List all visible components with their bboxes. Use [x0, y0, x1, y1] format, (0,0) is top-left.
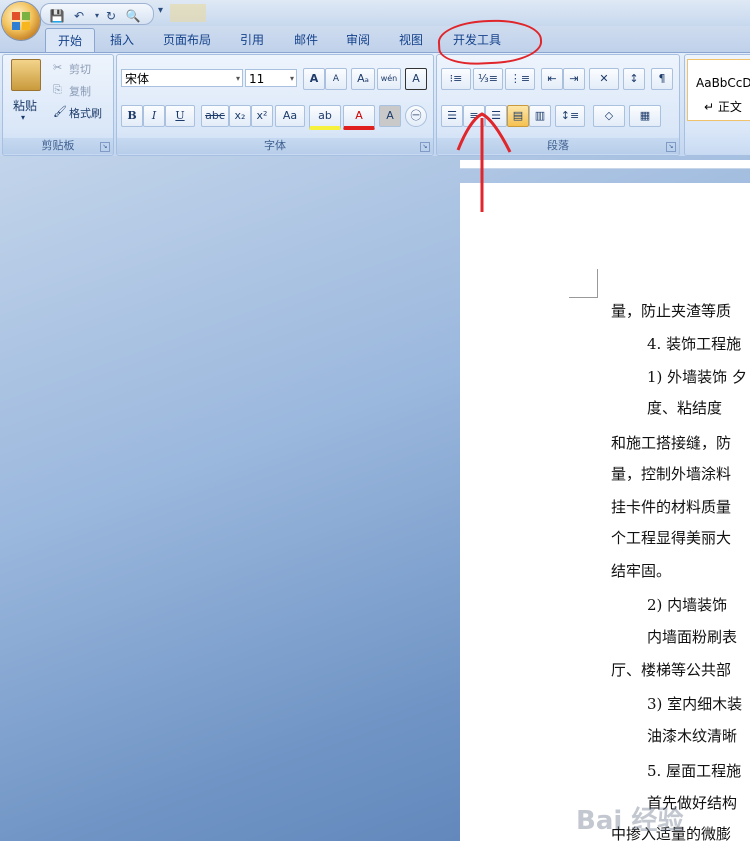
borders-button[interactable]: ▦: [629, 105, 661, 127]
document-line: 内墙面粉刷表: [647, 628, 738, 646]
bullets-button[interactable]: ⁝≡: [441, 68, 471, 90]
phonetic-guide-button[interactable]: wén: [377, 68, 401, 90]
line-spacing-button[interactable]: ↕≡: [555, 105, 585, 127]
margin-corner-mark: [597, 269, 598, 297]
format-painter-label[interactable]: 格式刷: [69, 105, 102, 121]
tab-page-layout[interactable]: 页面布局: [158, 28, 216, 52]
customize-icon[interactable]: ▾: [158, 5, 163, 16]
paste-dropdown-icon[interactable]: ▾: [21, 113, 25, 122]
document-line: 结牢固。: [611, 562, 672, 580]
style-sample-text: AaBbCcD: [696, 76, 750, 90]
shrink-font-button[interactable]: A: [325, 68, 347, 90]
quick-access-toolbar: 💾 ↶ ▾ ↻ 🔍: [40, 3, 154, 25]
document-line: 量，防止夹渣等质: [611, 302, 732, 320]
show-marks-button[interactable]: ¶: [651, 68, 673, 90]
asian-layout-button[interactable]: ✕: [589, 68, 619, 90]
clipboard-group: 粘贴 ▾ ✂ 剪切 ⎘ 复制 🖌 格式刷 剪贴板 ↘: [2, 54, 114, 156]
font-size-value: 11: [249, 72, 265, 86]
distributed-button[interactable]: ▥: [529, 105, 551, 127]
bold-button[interactable]: B: [121, 105, 143, 127]
font-name-select[interactable]: 宋体 ▾: [121, 69, 243, 87]
office-logo-icon: [12, 12, 30, 30]
sort-button[interactable]: ↕: [623, 68, 645, 90]
increase-indent-button[interactable]: ⇥: [563, 68, 585, 90]
tab-review[interactable]: 审阅: [340, 28, 376, 52]
document-line: 油漆木纹清晰: [647, 727, 738, 745]
document-line: 和施工搭接缝，防: [611, 434, 732, 452]
watermark: Bai 经验: [576, 806, 684, 836]
character-shading-button[interactable]: A: [379, 105, 401, 127]
enclose-characters-button[interactable]: ㊀: [405, 105, 427, 127]
undo-icon[interactable]: ↶: [71, 8, 87, 24]
redo-icon[interactable]: ↻: [103, 8, 119, 24]
format-painter-icon: 🖌: [53, 105, 67, 118]
font-group-label: 字体: [117, 138, 433, 154]
paste-label[interactable]: 粘贴: [13, 97, 37, 114]
document-line: 3) 室内细木装: [647, 695, 743, 713]
office-button[interactable]: [2, 2, 40, 40]
superscript-button[interactable]: x²: [251, 105, 273, 127]
clear-format-button[interactable]: Aₐ: [351, 68, 375, 90]
copy-label[interactable]: 复制: [69, 83, 91, 99]
underline-button[interactable]: U: [165, 105, 195, 127]
print-preview-icon[interactable]: 🔍: [125, 8, 141, 24]
paste-icon[interactable]: [11, 59, 41, 91]
title-decoration: [170, 4, 206, 22]
document-line: 个工程显得美丽大: [611, 529, 732, 547]
shading-button[interactable]: ◇: [593, 105, 625, 127]
numbering-button[interactable]: ⅓≡: [473, 68, 503, 90]
document-line: 2) 内墙装饰: [647, 596, 728, 614]
font-launcher-icon[interactable]: ↘: [420, 142, 430, 152]
document-line: 挂卡件的材料质量: [611, 498, 732, 516]
strikethrough-button[interactable]: abc: [201, 105, 229, 127]
margin-corner-mark: [569, 297, 598, 298]
clipboard-launcher-icon[interactable]: ↘: [100, 142, 110, 152]
font-name-value: 宋体: [125, 72, 150, 86]
document-line: 5. 屋面工程施: [647, 762, 742, 780]
clipboard-group-label: 剪贴板: [3, 138, 113, 154]
copy-icon: ⎘: [53, 83, 62, 96]
tab-insert[interactable]: 插入: [104, 28, 140, 52]
subscript-button[interactable]: x₂: [229, 105, 251, 127]
highlight-button[interactable]: ab: [309, 105, 341, 130]
grow-font-button[interactable]: A: [303, 68, 325, 90]
tab-home[interactable]: 开始: [45, 28, 95, 53]
chevron-down-icon: ▾: [289, 74, 294, 83]
document-line: 量，控制外墙涂料: [611, 465, 732, 483]
document-line: 1) 外墙装饰 夕: [647, 368, 747, 386]
font-size-select[interactable]: 11 ▾: [245, 69, 297, 87]
styles-group: AaBbCcD ↵ 正文: [684, 54, 750, 156]
document-line: 厅、楼梯等公共部: [611, 661, 732, 679]
document-line: 4. 装饰工程施: [647, 335, 742, 353]
cut-label[interactable]: 剪切: [69, 61, 91, 77]
decrease-indent-button[interactable]: ⇤: [541, 68, 563, 90]
italic-button[interactable]: I: [143, 105, 165, 127]
style-normal-label: ↵ 正文: [704, 100, 742, 114]
tab-mailings[interactable]: 邮件: [288, 28, 324, 52]
cut-icon: ✂: [53, 61, 63, 74]
tab-references[interactable]: 引用: [234, 28, 270, 52]
tab-view[interactable]: 视图: [393, 28, 429, 52]
annotation-arrow: [456, 112, 512, 212]
chevron-down-icon: ▾: [235, 74, 240, 83]
font-group: 宋体 ▾ 11 ▾ A A Aₐ wén A B I U abc x₂ x² Aa …: [116, 54, 434, 156]
document-line: 度、粘结度: [647, 399, 723, 417]
style-normal-tile[interactable]: AaBbCcD ↵ 正文: [687, 59, 750, 121]
multilevel-list-button[interactable]: ⋮≡: [505, 68, 535, 90]
character-border-button[interactable]: A: [405, 68, 427, 90]
change-case-button[interactable]: Aa: [275, 105, 305, 127]
save-icon[interactable]: 💾: [49, 8, 65, 24]
font-color-button[interactable]: A: [343, 105, 375, 130]
paragraph-launcher-icon[interactable]: ↘: [666, 142, 676, 152]
